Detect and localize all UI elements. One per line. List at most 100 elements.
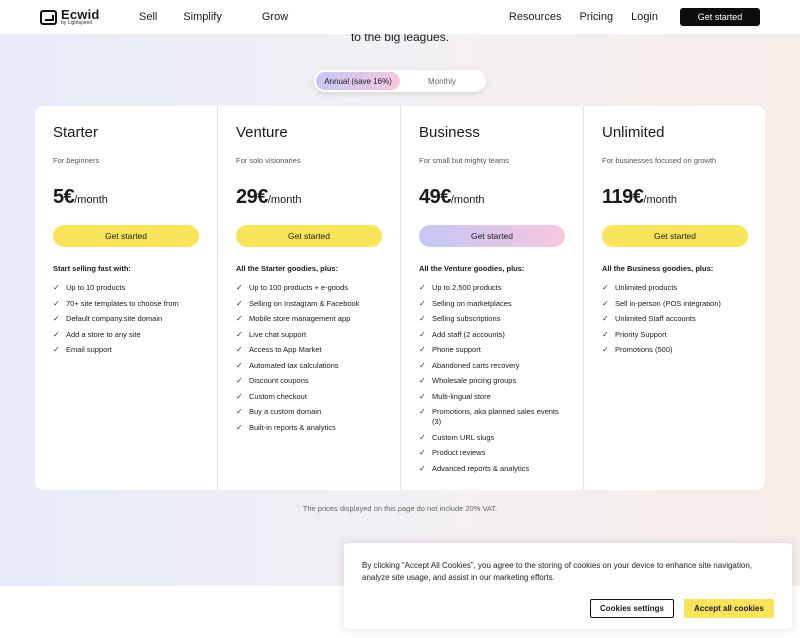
list-item: ✓ Abandoned carts recovery [419,361,565,371]
feature-text: Email support [66,345,112,354]
logo-subtitle: by Lightspeed [61,20,93,26]
check-icon: ✓ [236,407,243,416]
feature-text: Promotions (500) [615,345,673,354]
feature-text: Product reviews [432,448,486,457]
list-item: ✓ Selling on Instagram & Facebook [236,299,382,309]
price-amount: 5€ [53,186,75,208]
list-item: ✓ Unlimited Staff accounts [602,314,748,324]
nav-item-grow[interactable]: Grow [262,11,288,23]
plan-price: 49€ /month [419,186,565,209]
top-navigation: Ecwid by Lightspeed Sell Simplify Grow R… [0,0,800,34]
check-icon: ✓ [419,329,426,339]
features-title: Start selling fast with: [53,264,131,273]
price-period: /month [74,194,108,206]
ecwid-logo[interactable]: Ecwid by Lightspeed [40,8,132,26]
billing-period-toggle[interactable]: Annual (save 16%) Monthly [314,70,486,92]
feature-list: ✓ Unlimited products ✓ Sell in-person (POS… [602,283,748,355]
business-get-started-button[interactable]: Get started [419,225,565,247]
list-item: ✓ Product reviews [419,448,565,458]
plan-price: 5€ /month [53,186,199,209]
feature-text: Add staff (2 accounts) [432,329,505,339]
plan-name: Starter [53,124,99,141]
check-icon: ✓ [53,283,60,292]
starter-get-started-button[interactable]: Get started [53,225,199,247]
feature-text: Abandoned carts recovery [432,360,520,370]
feature-text: Up to 100 products + e-goods [249,283,349,292]
price-amount: 49€ [419,186,451,208]
check-icon: ✓ [419,463,426,473]
list-item: ✓ Up to 100 products + e-goods [236,283,382,293]
cookies-settings-button[interactable]: Cookies settings [590,599,674,618]
plan-description: For solo visionaries [236,156,301,165]
unlimited-get-started-button[interactable]: Get started [602,225,748,247]
check-icon: ✓ [236,360,243,370]
feature-text: Buy a custom domain [249,407,322,416]
list-item: ✓ Custom checkout [236,392,382,402]
nav-item-pricing[interactable]: Pricing [579,11,613,23]
plan-name: Venture [236,124,288,141]
feature-list: ✓ Up to 2,500 products ✓ Selling on market… [419,283,565,474]
list-item: ✓ Built-in reports & analytics [236,423,382,433]
feature-text: Advanced reports & analytics [432,463,530,473]
check-icon: ✓ [419,391,426,401]
check-icon: ✓ [419,314,426,323]
plan-starter: Starter For beginners 5€ /month Get star… [35,106,217,490]
feature-list: ✓ Up to 100 products + e-goods ✓ Selling o… [236,283,382,433]
toggle-annual[interactable]: Annual (save 16%) [316,72,400,90]
plan-venture: Venture For solo visionaries 29€ /month … [217,106,400,490]
features-title: All the Business goodies, plus: [602,264,714,273]
list-item: ✓ Selling on marketplaces [419,299,565,309]
check-icon: ✓ [602,314,609,323]
feature-text: Access to App Market [249,345,322,354]
nav-item-sell[interactable]: Sell [139,11,157,23]
check-icon: ✓ [236,329,243,339]
secondary-nav: Resources Pricing Login Get started [509,8,760,26]
check-icon: ✓ [236,314,243,323]
check-icon: ✓ [602,329,609,339]
feature-text: Priority Support [615,329,667,339]
feature-text: Live chat support [249,329,307,339]
list-item: ✓ Advanced reports & analytics [419,464,565,474]
nav-item-simplify[interactable]: Simplify [183,11,222,23]
list-item: ✓ Sell in-person (POS integration) [602,299,748,309]
plan-name: Business [419,124,480,141]
list-item: ✓ Automated tax calculations [236,361,382,371]
toggle-monthly[interactable]: Monthly [400,72,484,90]
cookie-banner-text: By clicking “Accept All Cookies”, you ag… [362,561,752,582]
check-icon: ✓ [236,376,243,385]
list-item: ✓ Default company.site domain [53,314,199,324]
nav-item-resources[interactable]: Resources [509,11,562,23]
feature-text: Custom checkout [249,391,307,401]
check-icon: ✓ [53,345,60,354]
feature-text: Up to 2,500 products [432,283,502,292]
nav-item-login[interactable]: Login [631,11,658,23]
check-icon: ✓ [236,422,243,432]
list-item: ✓ Phone support [419,345,565,355]
cookie-banner: By clicking “Accept All Cookies”, you ag… [344,543,792,629]
check-icon: ✓ [236,283,243,292]
price-period: /month [643,194,678,206]
accept-all-cookies-button[interactable]: Accept all cookies [684,599,774,618]
cookie-actions: Cookies settings Accept all cookies [362,599,774,618]
feature-text: Selling on marketplaces [432,298,512,308]
header-get-started-button[interactable]: Get started [680,8,760,26]
list-item: ✓ Priority Support [602,330,748,340]
venture-get-started-button[interactable]: Get started [236,225,382,247]
feature-text: Up to 10 products [66,283,126,292]
vat-note: The prices displayed on this page do not… [302,504,498,513]
check-icon: ✓ [419,376,426,385]
feature-text: Add a store to any site [66,329,141,339]
feature-text: Discount coupons [249,376,309,385]
feature-text: 70+ site templates to choose from [66,298,179,308]
list-item: ✓ Email support [53,345,199,355]
list-item: ✓ Up to 2,500 products [419,283,565,293]
feature-text: Selling on Instagram & Facebook [249,298,360,308]
list-item: ✓ Live chat support [236,330,382,340]
price-period: /month [267,194,302,206]
list-item: ✓ Discount coupons [236,376,382,386]
plan-business: Business For small but mighty teams 49€ … [400,106,583,490]
feature-text: Custom URL slugs [432,432,495,442]
check-icon: ✓ [602,345,609,354]
feature-text: Built-in reports & analytics [249,422,336,432]
check-icon: ✓ [419,345,426,354]
